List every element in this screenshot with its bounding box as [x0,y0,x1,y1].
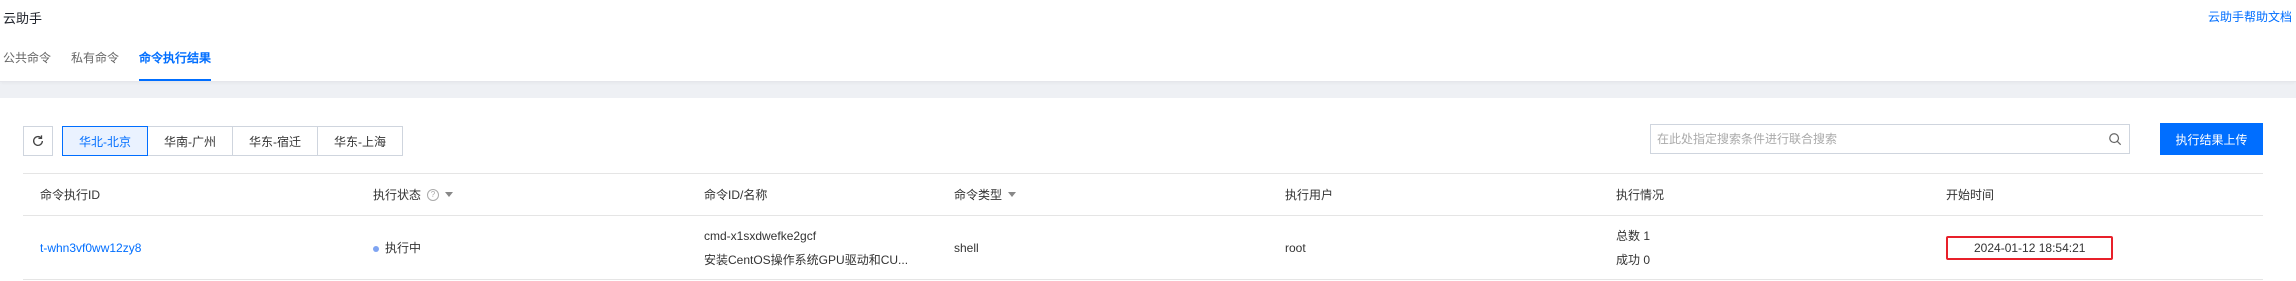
tab-command-results[interactable]: 命令执行结果 [139,50,219,81]
user-cell: root [1285,240,1306,255]
start-time-cell: 2024-01-12 18:54:21 [1929,235,2263,260]
top-header: 云助手 云助手帮助文档 公共命令 私有命令 命令执行结果 [0,0,2296,82]
start-time-highlight: 2024-01-12 18:54:21 [1946,235,2114,260]
column-exec-stats: 执行情况 [1599,186,1929,203]
region-suqian[interactable]: 华东-宿迁 [232,126,318,156]
column-label: 命令执行ID [40,188,101,202]
refresh-icon [32,135,44,146]
column-cmd-type[interactable]: 命令类型 [937,186,1268,203]
search-icon[interactable] [2101,125,2129,153]
column-label: 命令类型 [954,188,1003,202]
cmd-cell: cmd-x1sxdwefke2gcf 安装CentOS操作系统GPU驱动和CU.… [687,224,937,272]
region-shanghai[interactable]: 华东-上海 [317,126,403,156]
filter-caret-icon[interactable] [1008,192,1017,197]
exec-id-cell: t-whn3vf0ww12zy8 [23,241,356,255]
filter-caret-icon[interactable] [445,192,454,197]
exec-stats-cell: 总数 1 成功 0 [1599,224,1929,272]
cmd-type-cell: shell [954,240,979,255]
results-table: 命令执行ID 执行状态 ? 命令ID/名称 命令类型 执行用户 执行情况 开始时… [23,173,2263,280]
status-cell: 执行中 [356,239,687,256]
results-panel: 华北-北京 华南-广州 华东-宿迁 华东-上海 执行结果上传 命令执行ID 执行… [0,98,2296,281]
column-label: 执行情况 [1616,188,1665,202]
help-doc-link[interactable]: 云助手帮助文档 [2208,8,2292,25]
success-count: 成功 0 [1616,252,1651,267]
cmd-name: 安装CentOS操作系统GPU驱动和CU... [704,252,909,267]
column-cmd-id-name: 命令ID/名称 [687,186,937,203]
status-running-icon [373,245,379,252]
column-start-time: 开始时间 [1929,186,2263,203]
column-exec-id: 命令执行ID [23,186,356,203]
help-icon[interactable]: ? [427,188,440,201]
search-input[interactable] [1651,125,2101,153]
region-selector: 华北-北京 华南-广州 华东-宿迁 华东-上海 [62,126,403,156]
column-label: 开始时间 [1946,188,1995,202]
status-text: 执行中 [385,241,422,255]
tab-bar: 公共命令 私有命令 命令执行结果 [3,50,231,81]
upload-results-button[interactable]: 执行结果上传 [2160,123,2263,155]
column-label: 执行用户 [1285,188,1334,202]
total-count: 总数 1 [1616,228,1651,243]
search-box [1650,124,2130,154]
tab-public-commands[interactable]: 公共命令 [3,50,59,66]
region-guangzhou[interactable]: 华南-广州 [147,126,233,156]
column-label: 执行状态 [373,188,422,202]
page-title: 云助手 [3,11,43,26]
tab-private-commands[interactable]: 私有命令 [71,50,127,66]
column-status[interactable]: 执行状态 ? [356,186,687,203]
refresh-button[interactable] [23,126,53,156]
exec-id-link[interactable]: t-whn3vf0ww12zy8 [40,241,141,255]
cmd-id: cmd-x1sxdwefke2gcf [704,228,817,243]
table-header: 命令执行ID 执行状态 ? 命令ID/名称 命令类型 执行用户 执行情况 开始时… [23,174,2263,216]
table-row: t-whn3vf0ww12zy8 执行中 cmd-x1sxdwefke2gcf … [23,216,2263,280]
region-beijing[interactable]: 华北-北京 [62,126,148,156]
column-user: 执行用户 [1268,186,1599,203]
column-label: 命令ID/名称 [704,188,768,202]
